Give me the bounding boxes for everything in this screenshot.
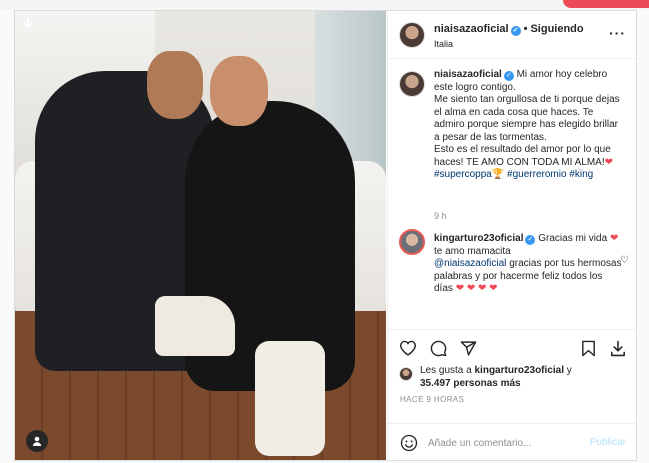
post-location[interactable]: Italia bbox=[434, 39, 453, 49]
heart-emoji-icon: ❤ bbox=[609, 233, 619, 244]
paper-plane-icon[interactable] bbox=[458, 338, 478, 358]
photo-woman-head bbox=[210, 56, 268, 126]
author-avatar[interactable] bbox=[399, 22, 425, 48]
caption-time[interactable]: 9 h bbox=[434, 211, 447, 221]
separator-dot: • bbox=[523, 23, 528, 35]
likes-summary: Les gusta a kingarturo23oficial y 35.497… bbox=[388, 365, 638, 399]
likes-avatar[interactable] bbox=[399, 367, 413, 381]
add-comment-input[interactable] bbox=[428, 433, 578, 453]
likes-prefix: Les gusta a bbox=[420, 365, 472, 376]
author-username[interactable]: niaisazaoficial bbox=[434, 23, 509, 35]
heart-emoji-icon: ❤ bbox=[604, 156, 614, 168]
likes-count[interactable]: 35.497 personas más bbox=[420, 378, 521, 389]
more-dots-icon[interactable]: ··· bbox=[609, 25, 626, 41]
download-arrow-icon[interactable] bbox=[17, 13, 39, 35]
caption-line-2: Me siento tan orgullosa de ti porque dej… bbox=[434, 94, 620, 143]
verified-badge-icon: ✓ bbox=[525, 235, 536, 245]
notification-pill bbox=[563, 0, 649, 8]
reply-username[interactable]: kingarturo23oficial bbox=[434, 233, 523, 244]
verified-badge-icon: ✓ bbox=[510, 26, 521, 36]
post-header: niaisazaoficial ✓ • Siguiendo Italia ··· bbox=[388, 11, 638, 59]
likes-connector: y bbox=[566, 365, 572, 376]
photo-boot-right bbox=[255, 341, 325, 456]
verified-badge-icon: ✓ bbox=[503, 71, 514, 81]
photo-boot-left bbox=[155, 296, 235, 356]
caption-hashtags[interactable]: #supercoppa🏆 #guerreromio #king bbox=[434, 169, 593, 180]
post-modal: niaisazaoficial ✓ • Siguiendo Italia ··· ni… bbox=[14, 10, 638, 461]
caption-username[interactable]: niaisazaoficial bbox=[434, 69, 502, 80]
smiley-icon[interactable] bbox=[399, 433, 419, 453]
likes-user[interactable]: kingarturo23oficial bbox=[475, 365, 564, 376]
post-timestamp[interactable]: HACE 9 HORAS bbox=[400, 395, 464, 404]
reply-mention[interactable]: @niaisazaoficial bbox=[434, 258, 506, 269]
comments-section: niaisazaoficial ✓ Mi amor hoy celebro est… bbox=[388, 59, 638, 327]
reply-text: kingarturo23oficial ✓ Gracias mi vida ❤ t… bbox=[434, 233, 624, 296]
likes-text: Les gusta a kingarturo23oficial y 35.497… bbox=[420, 365, 630, 390]
action-bar bbox=[388, 329, 638, 363]
comment-icon[interactable] bbox=[428, 338, 448, 358]
publish-button[interactable]: Publicar bbox=[590, 437, 626, 448]
reply-avatar[interactable] bbox=[399, 229, 425, 255]
post-photo[interactable] bbox=[15, 11, 386, 460]
download-icon[interactable] bbox=[608, 338, 628, 358]
caption-line-3: Esto es el resultado del amor por lo que… bbox=[434, 144, 611, 168]
caption-text: niaisazaoficial ✓ Mi amor hoy celebro est… bbox=[434, 69, 624, 182]
tagged-users-icon[interactable] bbox=[26, 430, 48, 452]
like-comment-heart-icon[interactable]: ♡ bbox=[620, 255, 629, 266]
reply-line-1: Gracias mi vida bbox=[538, 233, 608, 244]
photo-man-head bbox=[147, 51, 203, 119]
reply-line-2: te amo mamacita bbox=[434, 245, 511, 257]
caption-avatar[interactable] bbox=[399, 71, 425, 97]
following-button[interactable]: Siguiendo bbox=[530, 23, 583, 35]
heart-emoji-icon: ❤ ❤ ❤ ❤ bbox=[455, 283, 498, 294]
author-line: niaisazaoficial ✓ • Siguiendo bbox=[434, 23, 584, 36]
bookmark-icon[interactable] bbox=[578, 338, 598, 358]
add-comment-bar: Publicar bbox=[388, 423, 638, 460]
post-side-panel: niaisazaoficial ✓ • Siguiendo Italia ··· ni… bbox=[387, 11, 638, 460]
browser-top-strip bbox=[0, 0, 649, 10]
heart-outline-icon[interactable] bbox=[398, 338, 418, 358]
